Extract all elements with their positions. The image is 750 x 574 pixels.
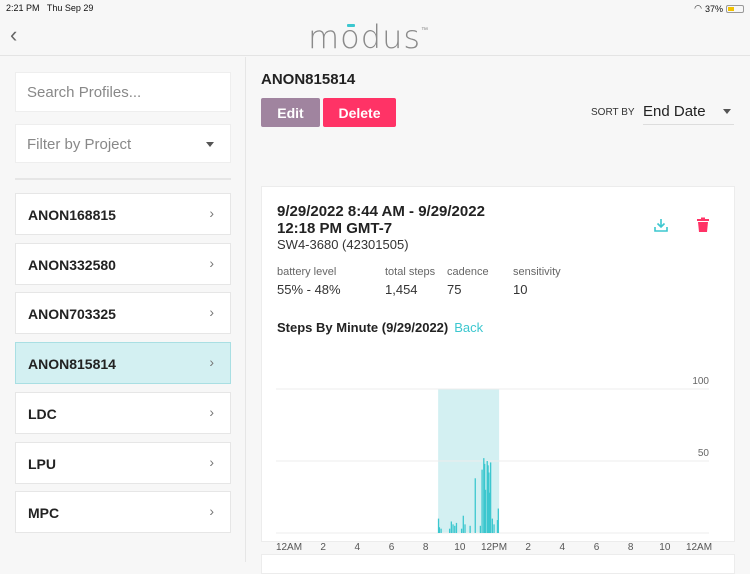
battery-percent: 37%	[704, 3, 723, 14]
profile-label: LPU	[28, 455, 56, 472]
y-tick-label: 100	[692, 376, 709, 387]
step-bar	[460, 528, 463, 533]
profile-item[interactable]: ANON815814 ›	[15, 342, 231, 385]
x-tick-label: 12AM	[276, 542, 302, 553]
profile-label: ANON168815	[28, 207, 116, 223]
chevron-right-icon: ›	[209, 503, 214, 520]
x-tick-label: 4	[355, 542, 361, 553]
battery-icon	[726, 4, 744, 13]
chevron-right-icon: ›	[209, 354, 214, 371]
profile-label: ANON703325	[28, 306, 116, 323]
sort-value: End Date	[643, 103, 706, 120]
profile-item[interactable]: LPU ›	[15, 441, 231, 484]
step-bar	[454, 525, 456, 533]
chevron-right-icon: ›	[209, 254, 214, 271]
x-tick-label: 4	[560, 542, 566, 553]
steps-by-minute-chart: 50 100 12AM 2 4 6 8 10 12PM 2 4 6 8 10 12AM	[276, 376, 712, 553]
trash-icon[interactable]	[696, 217, 710, 233]
stat-total-steps: total steps 1,454	[385, 266, 436, 297]
dropdown-caret-icon	[206, 142, 214, 151]
status-bar: 2:21 PM Thu Sep 29 ◠ 37%	[0, 0, 750, 16]
x-tick-label: 6	[594, 542, 600, 553]
nav-bar: ‹ modus™	[0, 16, 750, 56]
profile-item[interactable]: MPC ›	[15, 491, 231, 534]
delete-label: Delete	[338, 105, 381, 121]
step-bar	[491, 518, 493, 533]
divider	[15, 178, 231, 180]
sort-by-label: SORT BY	[591, 107, 635, 118]
x-tick-label: 8	[628, 542, 634, 553]
next-session-card[interactable]	[261, 554, 735, 574]
session-range: 9/29/2022 8:44 AM - 9/29/2022 12:18 PM GM…	[277, 203, 485, 237]
step-bar	[484, 489, 487, 533]
profile-item[interactable]: LDC ›	[15, 391, 231, 434]
profiles-sidebar: Search Profiles... Filter by Project ANO…	[0, 57, 246, 562]
chevron-right-icon: ›	[209, 403, 214, 420]
x-tick-label: 8	[423, 542, 429, 553]
profile-label: LDC	[28, 405, 57, 422]
profile-title: ANON815814	[261, 71, 356, 88]
step-bar	[464, 524, 466, 533]
step-bar	[452, 524, 454, 533]
back-chevron-icon[interactable]: ‹	[10, 22, 17, 48]
step-bar	[479, 525, 482, 533]
stat-battery-level: battery level 55% - 48%	[277, 266, 341, 297]
x-tick-label: 6	[389, 542, 395, 553]
session-card: 9/29/2022 8:44 AM - 9/29/2022 12:18 PM GM…	[261, 186, 735, 553]
x-tick-label: 10	[659, 542, 671, 553]
step-bar	[450, 521, 452, 533]
chart-title: Steps By Minute (9/29/2022) Back	[277, 320, 484, 335]
delete-button[interactable]: Delete	[323, 98, 396, 127]
step-bar	[455, 522, 458, 533]
chevron-right-icon: ›	[209, 453, 214, 470]
stat-sensitivity: sensitivity 10	[513, 266, 561, 297]
status-time: 2:21 PM	[6, 3, 40, 13]
status-date: Thu Sep 29	[46, 3, 94, 13]
profile-label: ANON332580	[28, 256, 116, 273]
search-profiles-input[interactable]: Search Profiles...	[15, 72, 231, 112]
profile-detail: ANON815814 Edit Delete SORT BY End Date …	[261, 57, 750, 574]
step-bar	[493, 524, 495, 533]
profile-label: MPC	[28, 505, 60, 522]
dropdown-caret-icon	[723, 109, 731, 118]
step-bar	[448, 528, 451, 533]
profile-label: ANON815814	[28, 356, 116, 373]
profile-item[interactable]: ANON168815 ›	[15, 193, 231, 235]
edit-button[interactable]: Edit	[261, 98, 320, 127]
back-link[interactable]: Back	[454, 320, 483, 335]
profile-item[interactable]: ANON703325 ›	[15, 292, 231, 335]
step-bar	[489, 462, 492, 533]
x-tick-label: 2	[320, 542, 326, 553]
edit-label: Edit	[277, 105, 304, 121]
wifi-icon: ◠	[694, 3, 702, 13]
x-tick-label: 12PM	[481, 542, 507, 553]
filter-by-project-select[interactable]: Filter by Project	[15, 124, 231, 163]
sort-by-select[interactable]: End Date	[643, 103, 734, 125]
y-tick-label: 50	[698, 448, 710, 459]
step-bar	[469, 525, 471, 533]
step-bar	[474, 478, 476, 533]
x-tick-label: 2	[525, 542, 531, 553]
step-bar	[497, 508, 499, 533]
step-bar	[440, 528, 442, 533]
x-tick-label: 12AM	[686, 542, 712, 553]
modus-logo: modus™	[308, 18, 430, 56]
x-tick-label: 10	[454, 542, 466, 553]
filter-placeholder: Filter by Project	[27, 136, 132, 153]
device-id: SW4-3680 (42301505)	[277, 237, 409, 252]
step-bar	[481, 469, 483, 533]
search-placeholder: Search Profiles...	[27, 84, 142, 101]
step-bar	[462, 515, 464, 533]
download-icon[interactable]	[653, 217, 669, 233]
chevron-right-icon: ›	[209, 205, 214, 221]
stat-cadence: cadence 75	[447, 266, 489, 297]
step-bar	[438, 527, 441, 533]
chevron-right-icon: ›	[209, 304, 214, 321]
profile-item[interactable]: ANON332580 ›	[15, 242, 231, 285]
